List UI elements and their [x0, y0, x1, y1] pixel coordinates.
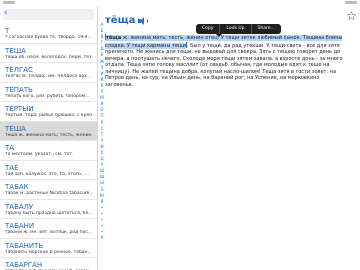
entry-headword: ТЁША: [5, 46, 26, 55]
entry-snippet: т согласная буква те, твердо, 19-я...: [5, 35, 92, 40]
look-up-button[interactable]: Look Up: [219, 24, 250, 34]
entry-snippet: тёша об. насм. вологодск. перм. тез...: [5, 54, 93, 60]
list-item[interactable]: Тт согласная буква те, твердо, 19-я...: [0, 24, 97, 44]
edit-menu: Copy Look Up Share...: [196, 24, 281, 37]
entry-snippet: тёпать кого, ряз. рубить топором...: [5, 93, 90, 99]
entry-snippet: табанить морское и речное. табан...: [5, 249, 92, 255]
entry-headword: ТА: [5, 144, 15, 152]
entry-headword: ТАЁ: [5, 163, 19, 172]
headword-row: тёща: [105, 15, 149, 26]
list-item[interactable]: ТЁША тёша об. насм. вологодск. перм. тез.…: [0, 44, 97, 63]
entry-headword: ТАБАНИ: [5, 222, 35, 230]
headword: тёща: [105, 15, 136, 26]
entry-headword: ТАБАК: [5, 183, 29, 191]
list-item[interactable]: ТЁША тёша ж. женина мать; тесть, женин...: [0, 121, 97, 141]
entry-snippet: тай зап. калужск. это, то, этого, ....: [5, 171, 90, 177]
entry-headword: ТАБАНИТЬ: [5, 241, 44, 250]
list-item[interactable]: ТЁПАТЬ тёпать кого, ряз. рубить топором..…: [0, 83, 97, 102]
list-item[interactable]: ТАБАНИТЬ табанить морское и речное. табан…: [0, 239, 97, 258]
entry-snippet: табак м. растенье Nicotina tabacum...: [5, 191, 93, 196]
search-input[interactable]: ‹: [3, 8, 94, 20]
status-indicator-left: [3, 1, 15, 4]
entry-snippet: тёша ж. женина мать; тесть, женин...: [5, 132, 93, 138]
article-text[interactable]: тёща ж. женина мать; тесть, женин отец. …: [105, 34, 347, 88]
article-view: тёща ☆ тёща ж. женина мать; тесть, женин…: [105, 6, 360, 270]
entry-headword: ТЁПАТЬ: [5, 85, 33, 94]
entry-snippet: тёртый, тёра, рыбье брюшко, с крен...: [5, 113, 93, 118]
list-item[interactable]: ТАЁ тай зап. калужск. это, то, этого, ...…: [0, 161, 97, 180]
list-item[interactable]: ТЁЛГАС тёлгас м. телдис, им. Чёлдоса арх.…: [0, 63, 97, 83]
sidebar: ‹ Тт согласная буква те, твердо, 19-я...…: [0, 6, 98, 270]
list-item[interactable]: ТАБАК табак м. растенье Nicotina tabacum.…: [0, 180, 97, 200]
entry-snippet: табалу быть праздно шататься, бе...: [5, 210, 93, 216]
article-headword: тёща: [106, 35, 122, 41]
list-item[interactable]: ТАБАРГАНтабарган сиб. тушкан оренб. зево…: [0, 258, 97, 270]
entry-list: Тт согласная буква те, твердо, 19-я... ТЁ…: [0, 24, 97, 270]
entry-snippet: та местоим. указат., см. тот.: [5, 152, 74, 157]
entry-snippet: табани ж. мн. вят. вотяцк. род пос...: [5, 230, 93, 235]
entry-headword: ТАБАРГАН: [5, 261, 43, 269]
list-item[interactable]: ТАБАЛУ табалу быть праздно шататься, бе..…: [0, 200, 97, 219]
entry-snippet: тёлгас м. телдис, им. Чёлдоса арх...: [5, 74, 92, 79]
star-icon[interactable]: ☆: [346, 10, 357, 22]
edit-menu-pointer: [216, 34, 222, 37]
entry-headword: ТАБАЛУ: [5, 202, 34, 211]
speaker-icon[interactable]: [138, 16, 149, 25]
article-body: . Был у тещи, да рад утекши. У тещи-свет…: [105, 42, 343, 88]
list-item[interactable]: ТАБАНИ табани ж. мн. вят. вотяцк. род пос…: [0, 219, 97, 239]
entry-headword: ТЁЛГАС: [5, 66, 33, 74]
list-item[interactable]: ТЁРТЫЙ тёртый, тёра, рыбье брюшко, с крен…: [0, 102, 97, 122]
back-icon[interactable]: ‹: [4, 8, 8, 19]
entry-headword: ТЁРТЫЙ: [5, 105, 34, 113]
battery-icon: [345, 1, 357, 4]
entry-headword: ТЁША: [5, 124, 26, 133]
share-button[interactable]: Share...: [250, 24, 281, 34]
list-item[interactable]: ТА та местоим. указат., см. тот.: [0, 141, 97, 161]
copy-button[interactable]: Copy: [196, 24, 219, 34]
entry-headword: Т: [5, 27, 10, 35]
